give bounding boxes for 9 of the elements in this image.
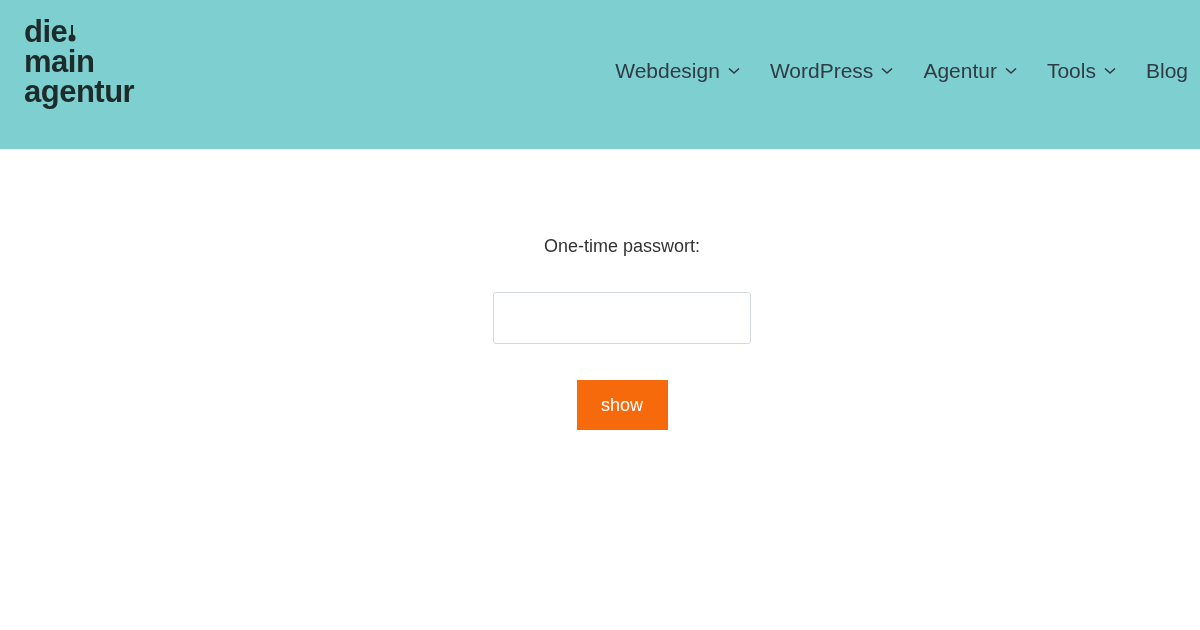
nav-link[interactable]: Blog: [1145, 55, 1188, 87]
nav-link[interactable]: Webdesign: [615, 55, 740, 87]
nav-link[interactable]: WordPress: [769, 55, 894, 87]
tower-icon: [68, 25, 76, 43]
field-label: One-time passwort:: [543, 235, 701, 258]
nav-link[interactable]: Agentur: [923, 55, 1017, 87]
nav-link[interactable]: Tools: [1046, 55, 1116, 87]
logo[interactable]: die main agentur: [24, 17, 135, 107]
password-field[interactable]: [493, 292, 751, 344]
